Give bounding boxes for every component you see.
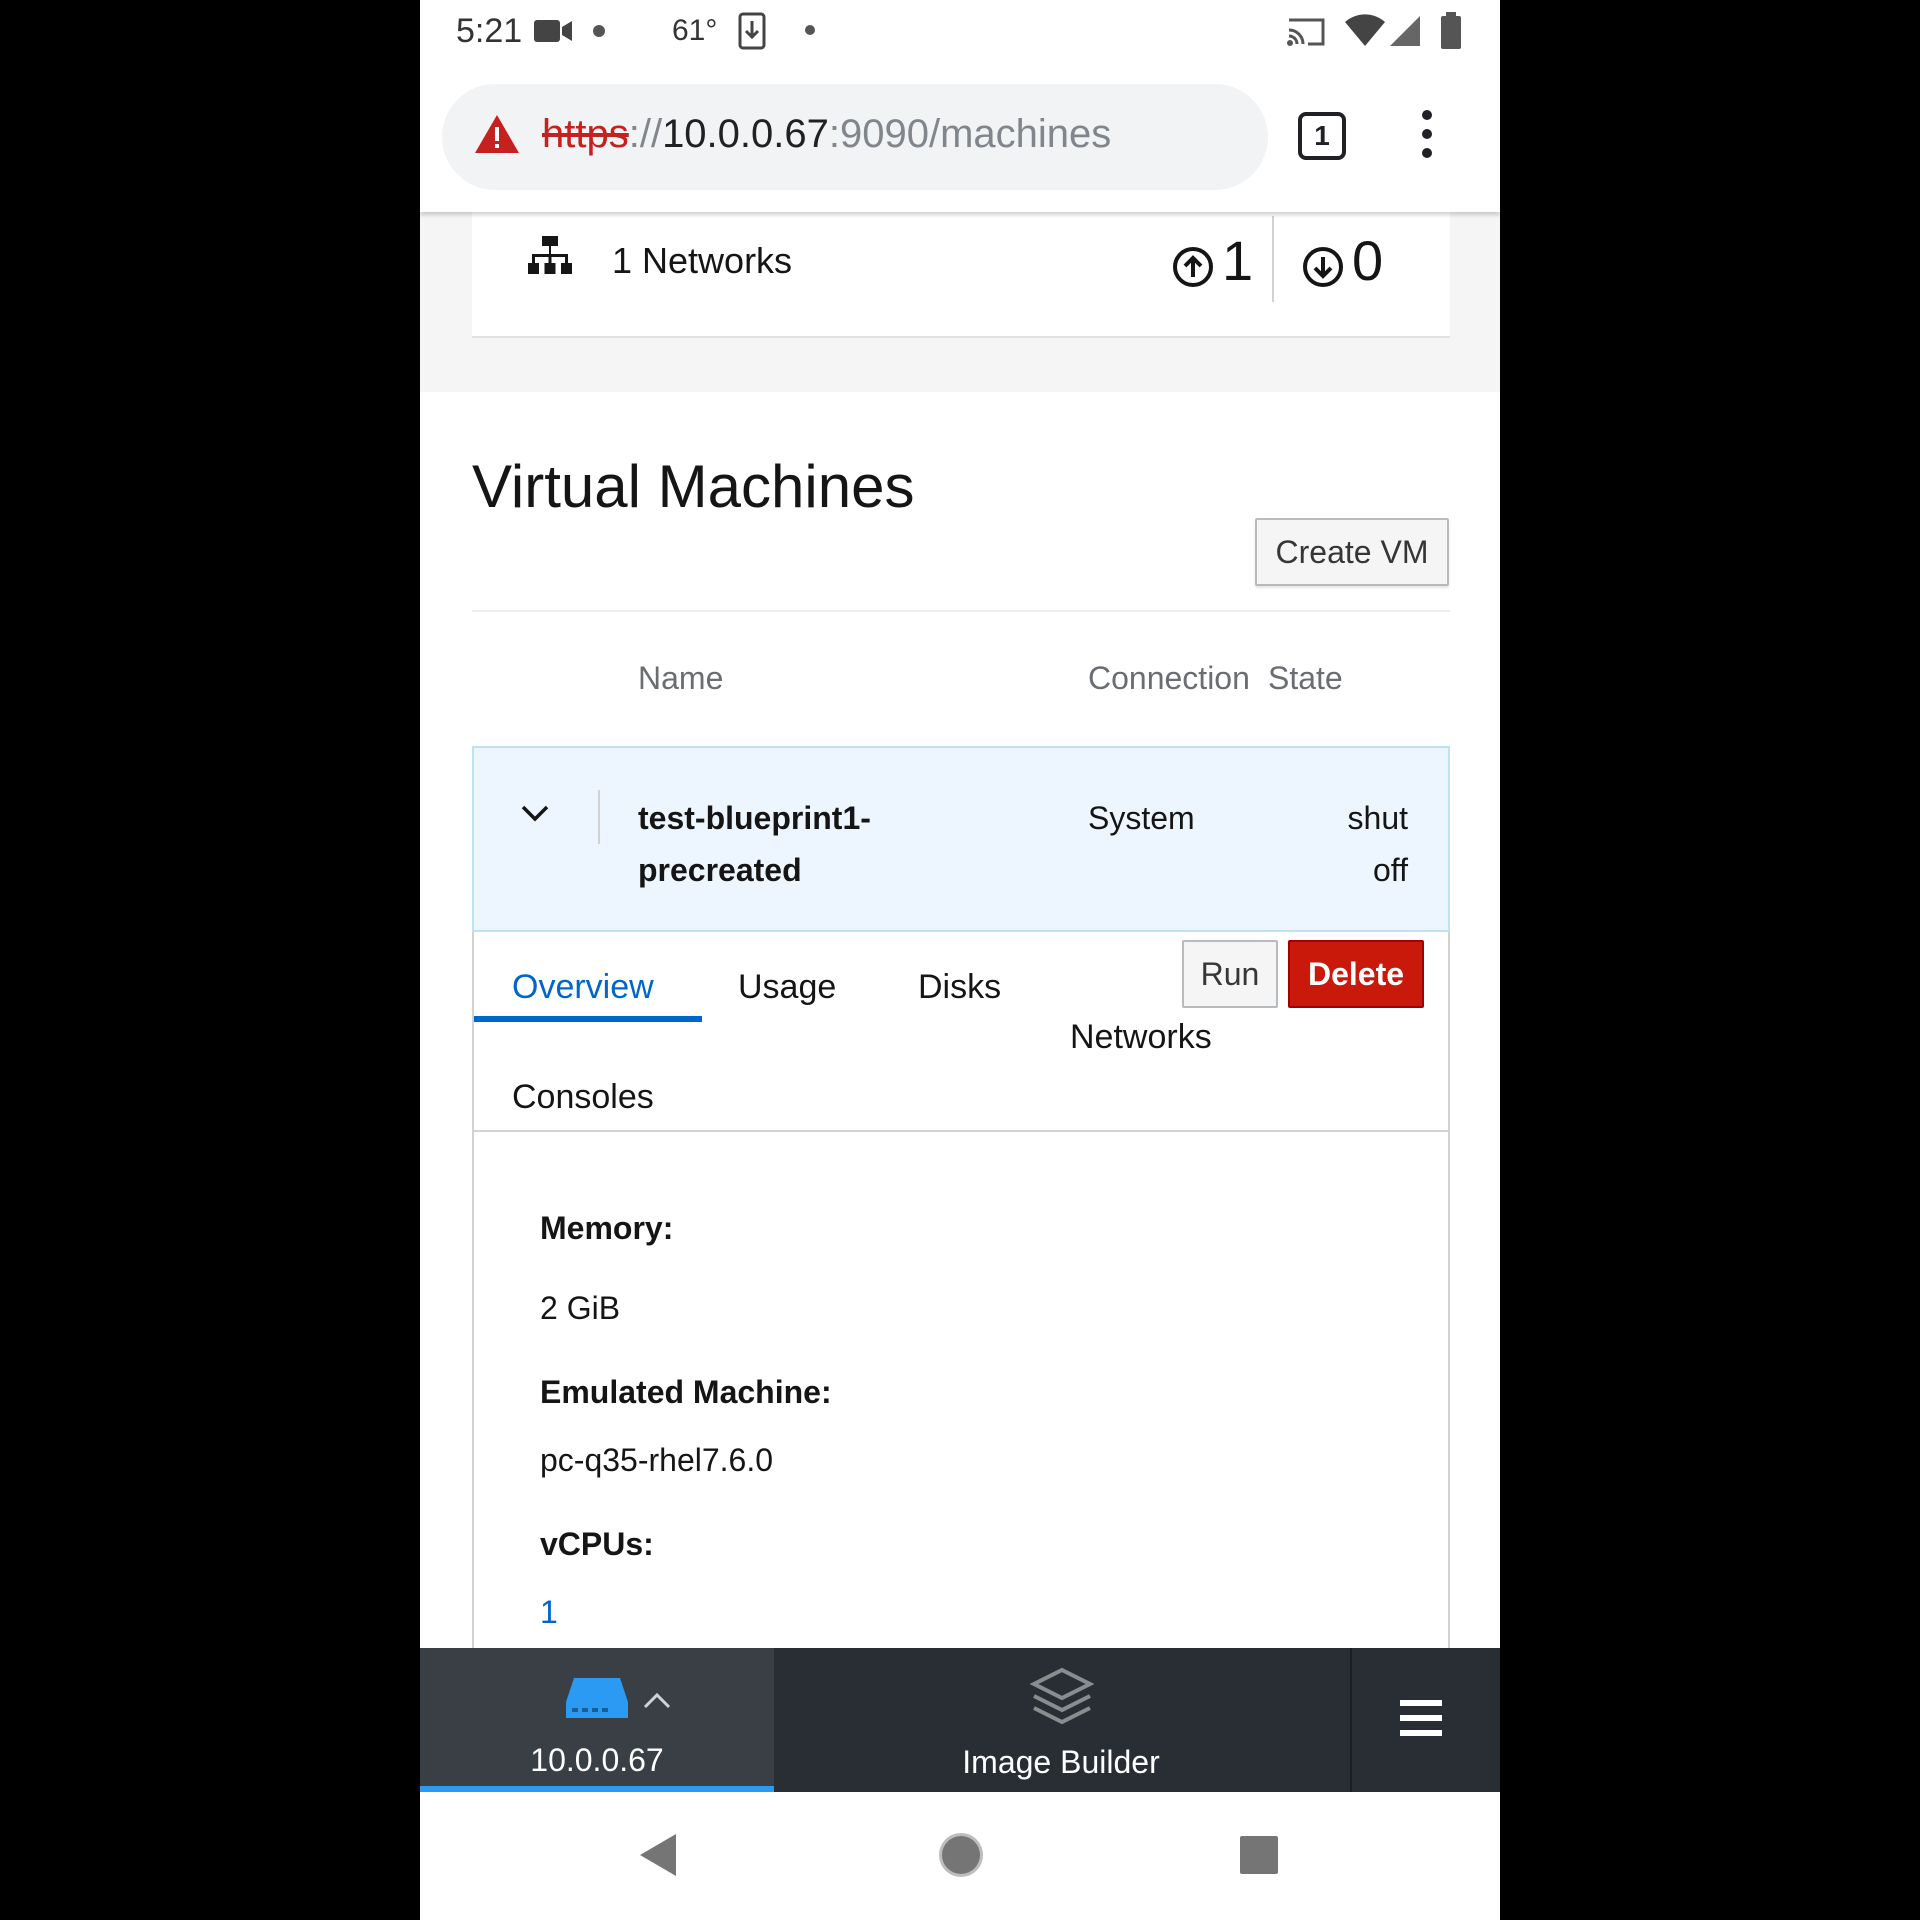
vm-state-line: shut <box>1347 800 1408 836</box>
layers-icon <box>1030 1667 1094 1725</box>
column-header-state[interactable]: State <box>1268 660 1343 697</box>
tab-networks[interactable]: Networks <box>1070 1018 1212 1057</box>
tab-disks[interactable]: Disks <box>918 968 1001 1007</box>
phone-screen: 5:21 61° https://10.0.0.67:9090/machines… <box>420 0 1500 1920</box>
tab-overview[interactable]: Overview <box>512 968 654 1007</box>
vm-state-line: off <box>1373 852 1408 888</box>
networks-active-count: 1 <box>1222 229 1254 292</box>
networks-inactive-count: 0 <box>1352 229 1384 292</box>
active-tab-indicator <box>474 1016 702 1022</box>
tab-switcher-button[interactable]: 1 <box>1298 112 1346 160</box>
image-builder-label: Image Builder <box>962 1744 1160 1780</box>
hamburger-menu-icon[interactable] <box>1400 1700 1442 1736</box>
bottom-navigation: 10.0.0.67 Image Builder <box>420 1648 1500 1792</box>
battery-icon <box>1441 12 1461 49</box>
tab-usage[interactable]: Usage <box>738 968 836 1007</box>
column-header-connection[interactable]: Connection <box>1088 660 1250 697</box>
nav-item-image-builder[interactable]: Image Builder <box>774 1648 1348 1792</box>
memory-label: Memory: <box>540 1210 674 1246</box>
vm-connection: System <box>1088 800 1195 836</box>
tab-consoles[interactable]: Consoles <box>512 1078 654 1117</box>
android-navigation-bar <box>420 1792 1500 1920</box>
notification-dot-icon <box>593 25 605 37</box>
arrow-circle-down-icon <box>1303 247 1343 287</box>
networks-count-label[interactable]: 1 Networks <box>612 240 792 282</box>
page-title: Virtual Machines <box>472 453 915 520</box>
vm-name-line: precreated <box>638 852 802 888</box>
url-separator: :// <box>628 112 663 156</box>
back-icon[interactable] <box>638 1832 678 1878</box>
browser-toolbar: https://10.0.0.67:9090/machines 1 <box>420 66 1500 212</box>
host-switcher[interactable]: 10.0.0.67 <box>420 1648 774 1792</box>
status-time: 5:21 <box>456 12 523 50</box>
url-scheme: https <box>542 112 629 156</box>
url-path: :9090/machines <box>828 112 1112 156</box>
cast-icon <box>1287 18 1325 46</box>
network-icon <box>528 236 572 274</box>
server-icon <box>566 1678 628 1718</box>
emulated-machine-label: Emulated Machine: <box>540 1374 832 1410</box>
page-content: 1 Networks 1 0 Virtual Machines Create V… <box>420 212 1500 1648</box>
chevron-down-icon[interactable] <box>520 798 550 828</box>
dot-icon <box>805 25 815 35</box>
url-host: 10.0.0.67 <box>662 112 829 156</box>
memory-value: 2 GiB <box>540 1290 621 1326</box>
emulated-machine-value: pc-q35-rhel7.6.0 <box>540 1442 774 1478</box>
download-phone-icon <box>738 12 766 50</box>
vcpus-link[interactable]: 1 <box>540 1594 558 1631</box>
status-temperature: 61° <box>672 14 718 47</box>
vm-name-line: test-blueprint1- <box>638 800 871 836</box>
address-bar[interactable]: https://10.0.0.67:9090/machines <box>442 84 1268 190</box>
vm-details-panel: Overview Usage Disks Run Delete Networks… <box>472 932 1450 1648</box>
chevron-up-icon <box>643 1692 671 1709</box>
not-secure-warning-icon[interactable] <box>474 114 520 154</box>
cell-signal-icon <box>1390 16 1420 46</box>
table-row[interactable]: test-blueprint1- precreated System shut … <box>472 746 1450 932</box>
vm-state: shut off <box>1288 792 1408 896</box>
url-text[interactable]: https://10.0.0.67:9090/machines <box>542 112 1111 157</box>
divider <box>472 610 1450 612</box>
status-bar: 5:21 61° <box>420 0 1500 66</box>
tabs-divider <box>474 1130 1448 1132</box>
home-icon[interactable] <box>936 1830 986 1880</box>
create-vm-button[interactable]: Create VM <box>1255 518 1449 586</box>
browser-menu-icon[interactable] <box>1420 110 1434 164</box>
vcpus-label: vCPUs: <box>540 1526 654 1562</box>
vm-name[interactable]: test-blueprint1- precreated <box>638 792 928 896</box>
divider <box>1350 1648 1352 1792</box>
host-label: 10.0.0.67 <box>530 1742 664 1778</box>
divider <box>1272 216 1274 302</box>
run-button[interactable]: Run <box>1182 940 1278 1008</box>
video-camera-icon <box>534 20 572 42</box>
wifi-icon <box>1345 14 1385 46</box>
arrow-circle-up-icon <box>1173 247 1213 287</box>
divider <box>598 790 600 844</box>
column-header-name[interactable]: Name <box>638 660 723 697</box>
recents-icon[interactable] <box>1238 1834 1280 1876</box>
networks-card[interactable]: 1 Networks 1 0 <box>472 212 1450 338</box>
delete-button[interactable]: Delete <box>1288 940 1424 1008</box>
